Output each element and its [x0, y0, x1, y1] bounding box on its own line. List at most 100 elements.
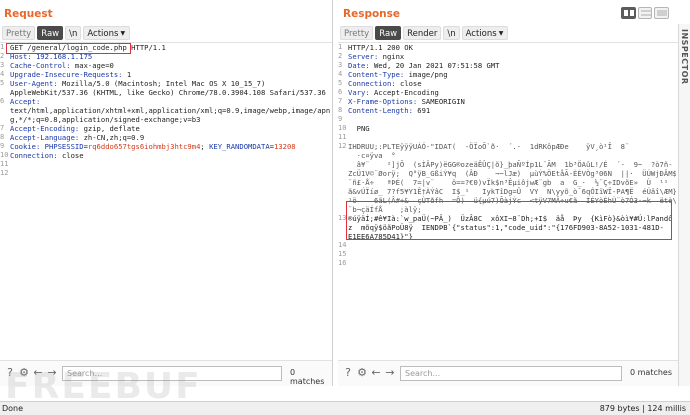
- response-line-number: 6: [338, 88, 343, 96]
- request-line-number: 5: [0, 79, 5, 87]
- request-line-token: max-age=0: [74, 61, 114, 70]
- request-line-token: User-Agent:: [10, 79, 62, 88]
- response-line-number: 4: [338, 70, 343, 78]
- request-line: Host: 192.168.1.175: [10, 52, 330, 61]
- arrow-right-icon[interactable]: →: [46, 367, 58, 379]
- response-line: Date: Wed, 20 Jan 2021 07:51:58 GMT: [348, 61, 676, 70]
- response-editor[interactable]: 1 2 3 4 5 6 7 8 9 10 11 12 13 14 15 16 HTTP/1.1 200 OK S…: [338, 42, 678, 360]
- response-tab-newline[interactable]: \n: [443, 26, 460, 40]
- response-tab-raw[interactable]: Raw: [375, 26, 402, 40]
- help-icon[interactable]: ?: [342, 367, 354, 379]
- request-line-number: 12: [0, 169, 9, 177]
- response-line-number: 12: [338, 142, 347, 150]
- request-line-token: 1: [126, 70, 132, 79]
- request-line: GET /general/login_code.php HTTP/1.1: [10, 43, 330, 52]
- request-title: Request: [4, 8, 53, 20]
- response-line-number: 1: [338, 43, 343, 51]
- response-line-token: PNG: [348, 124, 370, 133]
- response-line-token: Content-Type:: [348, 70, 409, 79]
- response-tabs: Pretty Raw Render \n Actions ▼: [340, 26, 509, 40]
- response-line-number: 8: [338, 106, 343, 114]
- response-line: Vary: Accept-Encoding: [348, 88, 676, 97]
- request-line-token: Cookie:: [10, 142, 45, 151]
- request-editor[interactable]: 1 2 3 4 5 6 7 8 9 10 11 12 GET /general/login_code.…: [0, 42, 332, 360]
- gear-icon[interactable]: ⚙: [356, 367, 368, 379]
- response-raw-text[interactable]: HTTP/1.1 200 OK Server: nginx Date: Wed, 2…: [348, 43, 676, 268]
- request-line: AppleWebKit/537.36 (KHTML, like Gecko) C…: [10, 88, 330, 97]
- request-tab-raw[interactable]: Raw: [37, 26, 64, 40]
- response-binary-line: ¨ñ£·Å÷ ªÞÉ( 7=|v¨ ö==?€0)vÏk$n³ÊµiôjwÆ¨g…: [348, 178, 676, 187]
- request-line-token: Host: 192.168.1.175: [10, 52, 93, 61]
- gear-icon[interactable]: ⚙: [18, 367, 30, 379]
- response-line-token: nginx: [382, 52, 405, 61]
- request-actions-button[interactable]: Actions ▼: [83, 26, 131, 40]
- response-line-token: Content-Length:: [348, 106, 418, 115]
- chevron-down-icon: ▼: [120, 30, 126, 37]
- response-line-number: 16: [338, 259, 347, 267]
- request-line: Cookie: PHPSESSID=rq6ddo657tgs6iohmbj3ht…: [10, 142, 330, 151]
- response-match-count: 0 matches: [630, 368, 673, 377]
- response-line-token: Accept-Encoding: [373, 88, 439, 97]
- response-line: HTTP/1.1 200 OK: [348, 43, 676, 52]
- response-line-token: Connection:: [348, 79, 400, 88]
- help-icon[interactable]: ?: [4, 367, 16, 379]
- arrow-left-icon[interactable]: ←: [370, 367, 382, 379]
- response-pane: Response Pretty Raw Render \n Actions ▼ 1…: [338, 0, 678, 386]
- request-line-number: 8: [0, 133, 5, 141]
- response-tab-render[interactable]: Render: [403, 26, 442, 40]
- layout-tabs-button[interactable]: [654, 7, 670, 19]
- response-line-number: 10: [338, 124, 347, 132]
- request-line-token: rq6ddo657tgs6iohmbj3htc9m4: [87, 142, 201, 151]
- request-line: g,*/*;q=0.8,application/signed-exchange;…: [10, 115, 330, 124]
- request-line-token: GET /general/login_code.php HTTP/1.1: [10, 43, 166, 52]
- request-line: [10, 169, 330, 178]
- response-binary-line: ã&vÚÏíø_ 7?f5¥Y1Ê†ÀÝâC I$_¹ IykTîDg=Û VY…: [348, 187, 676, 196]
- response-binary-line: ¨b¬çäÍfÅ ;àlÿ;: [348, 205, 422, 214]
- request-line-number: 2: [0, 52, 5, 60]
- layout-stacked-button[interactable]: [637, 7, 653, 19]
- request-line-token: KEY_RANDOMDATA: [209, 142, 270, 151]
- request-search-input[interactable]: Search...: [62, 366, 282, 381]
- response-line-number: 3: [338, 61, 343, 69]
- response-search-input[interactable]: Search...: [400, 366, 622, 381]
- response-line-token: SAMEORIGIN: [421, 97, 465, 106]
- response-status-json-line: z mõqÿ$öãPoÜ8ÿ IENDÞB`{"status":1,"code_…: [348, 223, 664, 232]
- layout-side-by-side-button[interactable]: [621, 7, 636, 19]
- request-line: User-Agent: Mozilla/5.0 (Macintosh; Inte…: [10, 79, 330, 88]
- request-raw-text[interactable]: GET /general/login_code.php HTTP/1.1 Host…: [10, 43, 330, 178]
- arrow-right-icon[interactable]: →: [384, 367, 396, 379]
- request-tab-pretty[interactable]: Pretty: [2, 26, 36, 40]
- response-tab-pretty[interactable]: Pretty: [340, 26, 374, 40]
- request-line-token: AppleWebKit/537.36 (KHTML, like Gecko) C…: [10, 88, 326, 97]
- chevron-down-icon: ▼: [498, 30, 504, 37]
- response-line-token: Date:: [348, 61, 374, 70]
- response-status-json-line: ®úÿäÍ;#ê¥Ià:`w_paÜ(~PÂ_) ÜzÂ8C xôXI~8¨Dh…: [348, 214, 673, 223]
- request-line-number: 7: [0, 124, 5, 132]
- request-line-number: 3: [0, 61, 5, 69]
- response-line-token: X-Frame-Options:: [348, 97, 422, 106]
- response-search-bar: ? ⚙ ← → Search... 0 matches: [338, 360, 678, 386]
- request-line: Accept:: [10, 97, 330, 106]
- request-tabs: Pretty Raw \n Actions ▼: [2, 26, 131, 40]
- response-line-token: Wed, 20 Jan 2021 07:51:58 GMT: [373, 61, 500, 70]
- request-line-number: 4: [0, 70, 5, 78]
- request-line: Accept-Language: zh-CN,zh;q=0.9: [10, 133, 330, 142]
- response-status-json-line: E1EE6A785D41}"}: [348, 232, 413, 241]
- request-line: [10, 160, 330, 169]
- request-line-token: Accept:: [10, 97, 45, 106]
- inspector-sidebar[interactable]: INSPECTOR: [678, 24, 690, 386]
- request-line-token: PHPSESSID: [44, 142, 84, 151]
- request-line: Connection: close: [10, 151, 330, 160]
- layout-toggle: [621, 7, 670, 19]
- response-line-number: 2: [338, 52, 343, 60]
- arrow-left-icon[interactable]: ←: [32, 367, 44, 379]
- request-line-number: 10: [0, 151, 9, 159]
- response-line: Server: nginx: [348, 52, 676, 61]
- response-line-number: 13: [338, 214, 347, 222]
- request-tab-newline[interactable]: \n: [65, 26, 82, 40]
- response-actions-button[interactable]: Actions ▼: [461, 26, 509, 40]
- request-line-token: 13208: [274, 142, 296, 151]
- request-line-number: 1: [0, 43, 5, 51]
- request-line: Accept-Encoding: gzip, deflate: [10, 124, 330, 133]
- response-line-token: close: [399, 79, 422, 88]
